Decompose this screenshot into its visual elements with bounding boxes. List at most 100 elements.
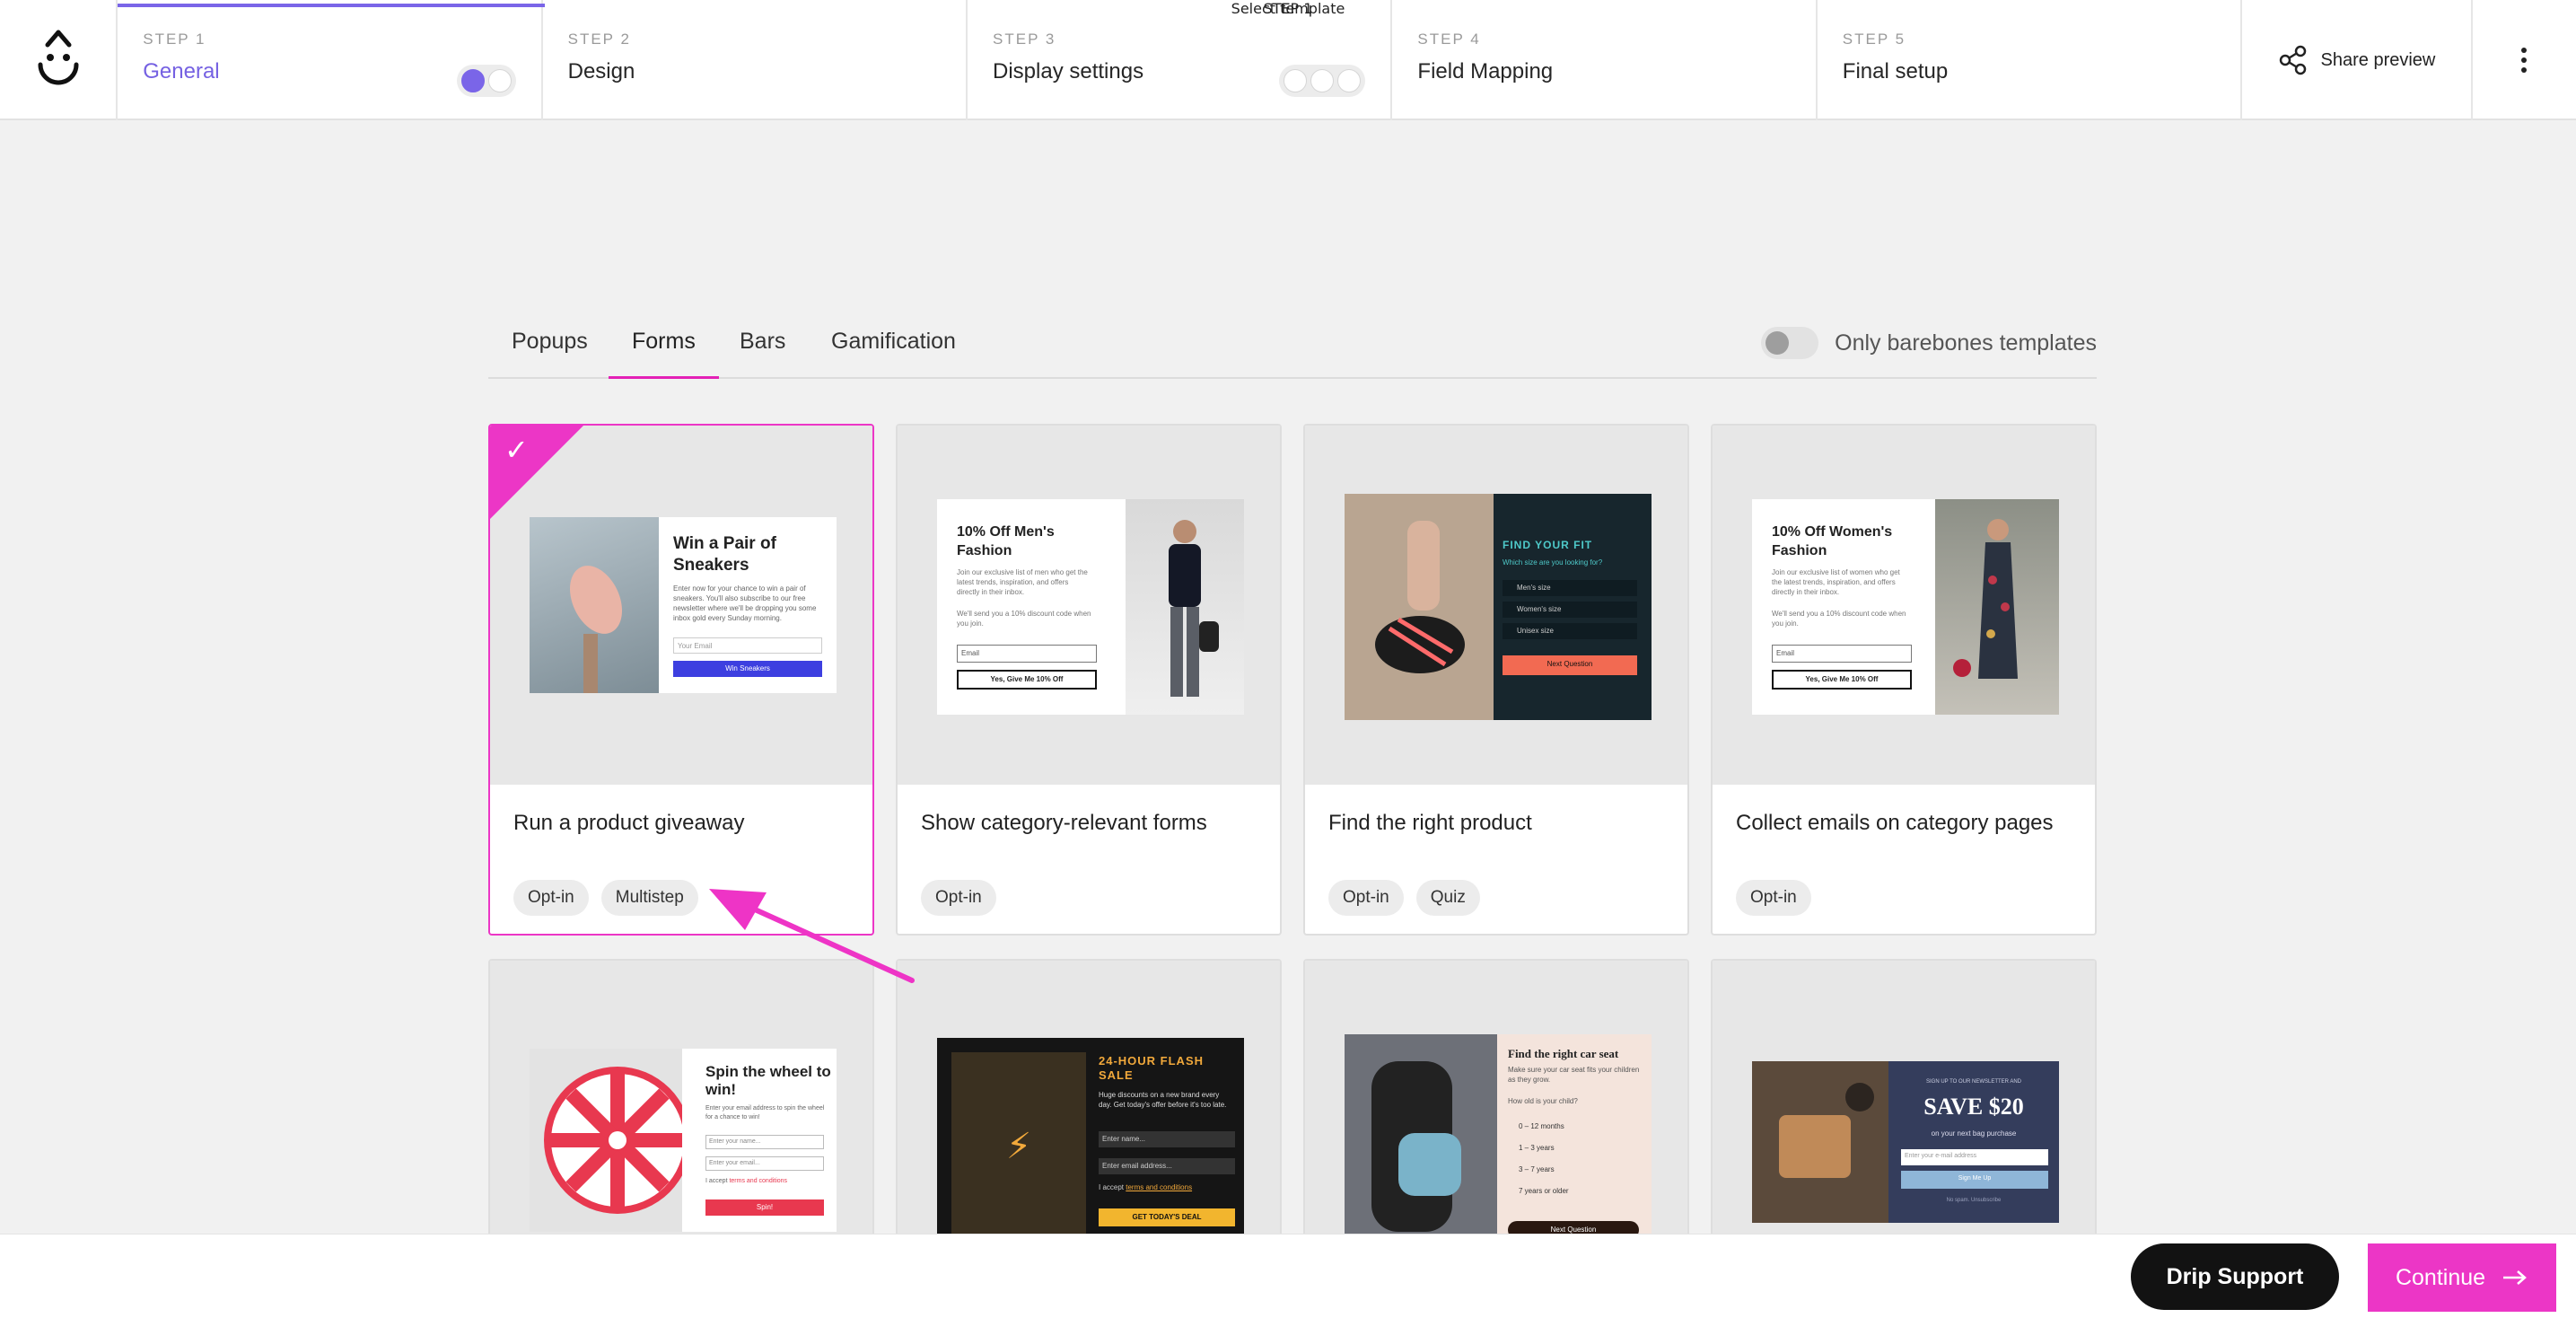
- progress-dot: [460, 69, 485, 92]
- barebones-label: Only barebones templates: [1835, 330, 2097, 356]
- share-icon: [2279, 45, 2306, 75]
- preview-email-input: Enter your e-mail address: [1901, 1149, 2048, 1165]
- terms-prefix: I accept: [705, 1178, 728, 1184]
- card-badges: Opt-in: [1736, 880, 1811, 916]
- shoe-photo: [1345, 494, 1494, 720]
- preview-option: 3 – 7 years: [1519, 1165, 1555, 1173]
- template-card-collect-emails[interactable]: 10% Off Women's Fashion Join our exclusi…: [1711, 424, 2097, 936]
- step-label: Design: [567, 59, 635, 83]
- template-card-flash-sale[interactable]: ⚡ 24-HOUR FLASH SALE Huge discounts on a…: [896, 959, 1282, 1255]
- preview-button: Sign Me Up: [1901, 1171, 2048, 1189]
- step-final-setup[interactable]: STEP 5 Final setup: [1818, 0, 2243, 120]
- template-card-category-forms[interactable]: 10% Off Men's Fashion Join our exclusive…: [896, 424, 1282, 936]
- preview-heading: SAVE $20: [1923, 1094, 2024, 1120]
- prize-wheel-image: [544, 1067, 691, 1214]
- preview-option: Unisex size: [1503, 623, 1637, 639]
- drip-logo[interactable]: [0, 0, 118, 120]
- preview-button: Yes, Give Me 10% Off: [1772, 670, 1912, 690]
- barebones-toggle[interactable]: [1761, 327, 1819, 359]
- template-preview: 10% Off Women's Fashion Join our exclusi…: [1713, 426, 2095, 785]
- arrow-right-icon: [2503, 1270, 2527, 1285]
- template-card-spin-wheel[interactable]: Spin the wheel to win! Enter your email …: [488, 959, 874, 1255]
- tab-forms[interactable]: Forms: [609, 329, 719, 379]
- preview-option: Women's size: [1503, 602, 1637, 618]
- tab-popups[interactable]: Popups: [512, 329, 588, 376]
- leather-bag-image: [1752, 1061, 1888, 1223]
- man-image: [1169, 520, 1219, 697]
- preview-heading: 10% Off Women's Fashion: [1772, 524, 1893, 558]
- page-title: Select template: [1231, 0, 1345, 17]
- step-design[interactable]: STEP 2 Design: [543, 0, 968, 120]
- card-badges: Opt-in Multistep: [513, 880, 698, 916]
- preview-option: 1 – 3 years: [1519, 1144, 1555, 1152]
- step-progress-indicator: [1279, 65, 1366, 97]
- wheel-area: [530, 1049, 691, 1232]
- badge: Quiz: [1415, 880, 1480, 916]
- badge: Opt-in: [1328, 880, 1404, 916]
- preview-body: Join our exclusive list of women who get…: [1772, 568, 1900, 596]
- lightning-icon: ⚡: [951, 1052, 1086, 1241]
- preview-button: Yes, Give Me 10% Off: [957, 670, 1097, 690]
- preview-popup: ⚡ 24-HOUR FLASH SALE Huge discounts on a…: [937, 1038, 1244, 1244]
- woman-image: [1953, 519, 2018, 679]
- tab-bars[interactable]: Bars: [740, 329, 785, 376]
- preview-email-input: Email: [957, 645, 1097, 663]
- preview-button: Next Question: [1503, 655, 1637, 675]
- preview-email-input: Your Email: [673, 637, 822, 654]
- step-progress-indicator: [456, 65, 516, 97]
- preview-subheading: Which size are you looking for?: [1503, 558, 1603, 567]
- card-title: Run a product giveaway: [513, 811, 745, 835]
- step-field-mapping[interactable]: STEP 4 Field Mapping: [1392, 0, 1818, 120]
- step-general[interactable]: STEP 1 General: [118, 0, 546, 120]
- step-display-settings[interactable]: STEP 3 Display settings: [968, 0, 1393, 120]
- badge: Opt-in: [1736, 880, 1811, 916]
- preview-body: Make sure your car seat fits your childr…: [1508, 1066, 1640, 1084]
- template-card-car-seat[interactable]: Find the right car seat Make sure your c…: [1303, 959, 1689, 1255]
- model-photo: [1935, 499, 2059, 715]
- running-shoe-image: [1345, 494, 1494, 720]
- card-badges: Opt-in Quiz: [1328, 880, 1480, 916]
- preview-body-2: We'll send you a 10% discount code when …: [1772, 610, 1906, 628]
- preview-popup: 10% Off Women's Fashion Join our exclusi…: [1752, 499, 2059, 715]
- preview-kicker: SIGN UP TO OUR NEWSLETTER AND: [1925, 1079, 2022, 1085]
- preview-footer: No spam. Unsubscribe: [1946, 1198, 2002, 1203]
- step-number: STEP 4: [1417, 31, 1481, 48]
- step-number: STEP 3: [993, 31, 1056, 48]
- preview-terms: I accept terms and conditions: [1099, 1183, 1192, 1191]
- badge: Opt-in: [513, 880, 589, 916]
- template-card-right-product[interactable]: FIND YOUR FIT Which size are you looking…: [1303, 424, 1689, 936]
- template-preview: FIND YOUR FIT Which size are you looking…: [1305, 426, 1687, 785]
- terms-link: terms and conditions: [729, 1178, 788, 1184]
- preview-heading: Spin the wheel to win!: [705, 1063, 831, 1098]
- template-card-save-twenty[interactable]: SIGN UP TO OUR NEWSLETTER AND SAVE $20 o…: [1711, 959, 2097, 1255]
- progress-dot: [1284, 69, 1308, 92]
- bottom-action-bar: Drip Support Continue: [0, 1234, 2576, 1318]
- preview-option: Men's size: [1503, 580, 1637, 596]
- preview-option: 7 years or older: [1519, 1187, 1569, 1195]
- preview-body: Join our exclusive list of men who get t…: [957, 568, 1088, 596]
- toggle-knob: [1766, 331, 1790, 355]
- continue-button[interactable]: Continue: [2368, 1243, 2556, 1312]
- preview-option: 0 – 12 months: [1519, 1122, 1564, 1130]
- tab-gamification[interactable]: Gamification: [831, 329, 956, 376]
- card-info: Find the right product Opt-in Quiz: [1305, 785, 1687, 934]
- share-preview-button[interactable]: Share preview: [2242, 0, 2473, 120]
- template-preview: Spin the wheel to win! Enter your email …: [490, 961, 872, 1253]
- preview-heading: FIND YOUR FIT: [1503, 539, 1593, 551]
- preview-subheading: on your next bag purchase: [1931, 1129, 2017, 1138]
- checkmark-icon: ✓: [504, 433, 529, 467]
- drip-support-button[interactable]: Drip Support: [2131, 1243, 2339, 1310]
- template-preview: ⚡ 24-HOUR FLASH SALE Huge discounts on a…: [898, 961, 1280, 1253]
- card-title: Collect emails on category pages: [1736, 811, 2054, 835]
- step-label: Final setup: [1842, 59, 1949, 83]
- share-preview-label: Share preview: [2320, 49, 2436, 70]
- sneaker-photo: [530, 517, 659, 693]
- template-card-giveaway[interactable]: ✓ Win a Pair of Sneakers Enter now for y…: [488, 424, 874, 936]
- preview-popup: SIGN UP TO OUR NEWSLETTER AND SAVE $20 o…: [1752, 1061, 2059, 1223]
- step-number: STEP 2: [567, 31, 631, 48]
- more-options-button[interactable]: [2473, 0, 2576, 120]
- preview-terms: I accept terms and conditions: [705, 1178, 787, 1184]
- progress-dot: [487, 69, 512, 92]
- preview-button: Spin!: [705, 1199, 824, 1216]
- step-label: Field Mapping: [1417, 59, 1554, 83]
